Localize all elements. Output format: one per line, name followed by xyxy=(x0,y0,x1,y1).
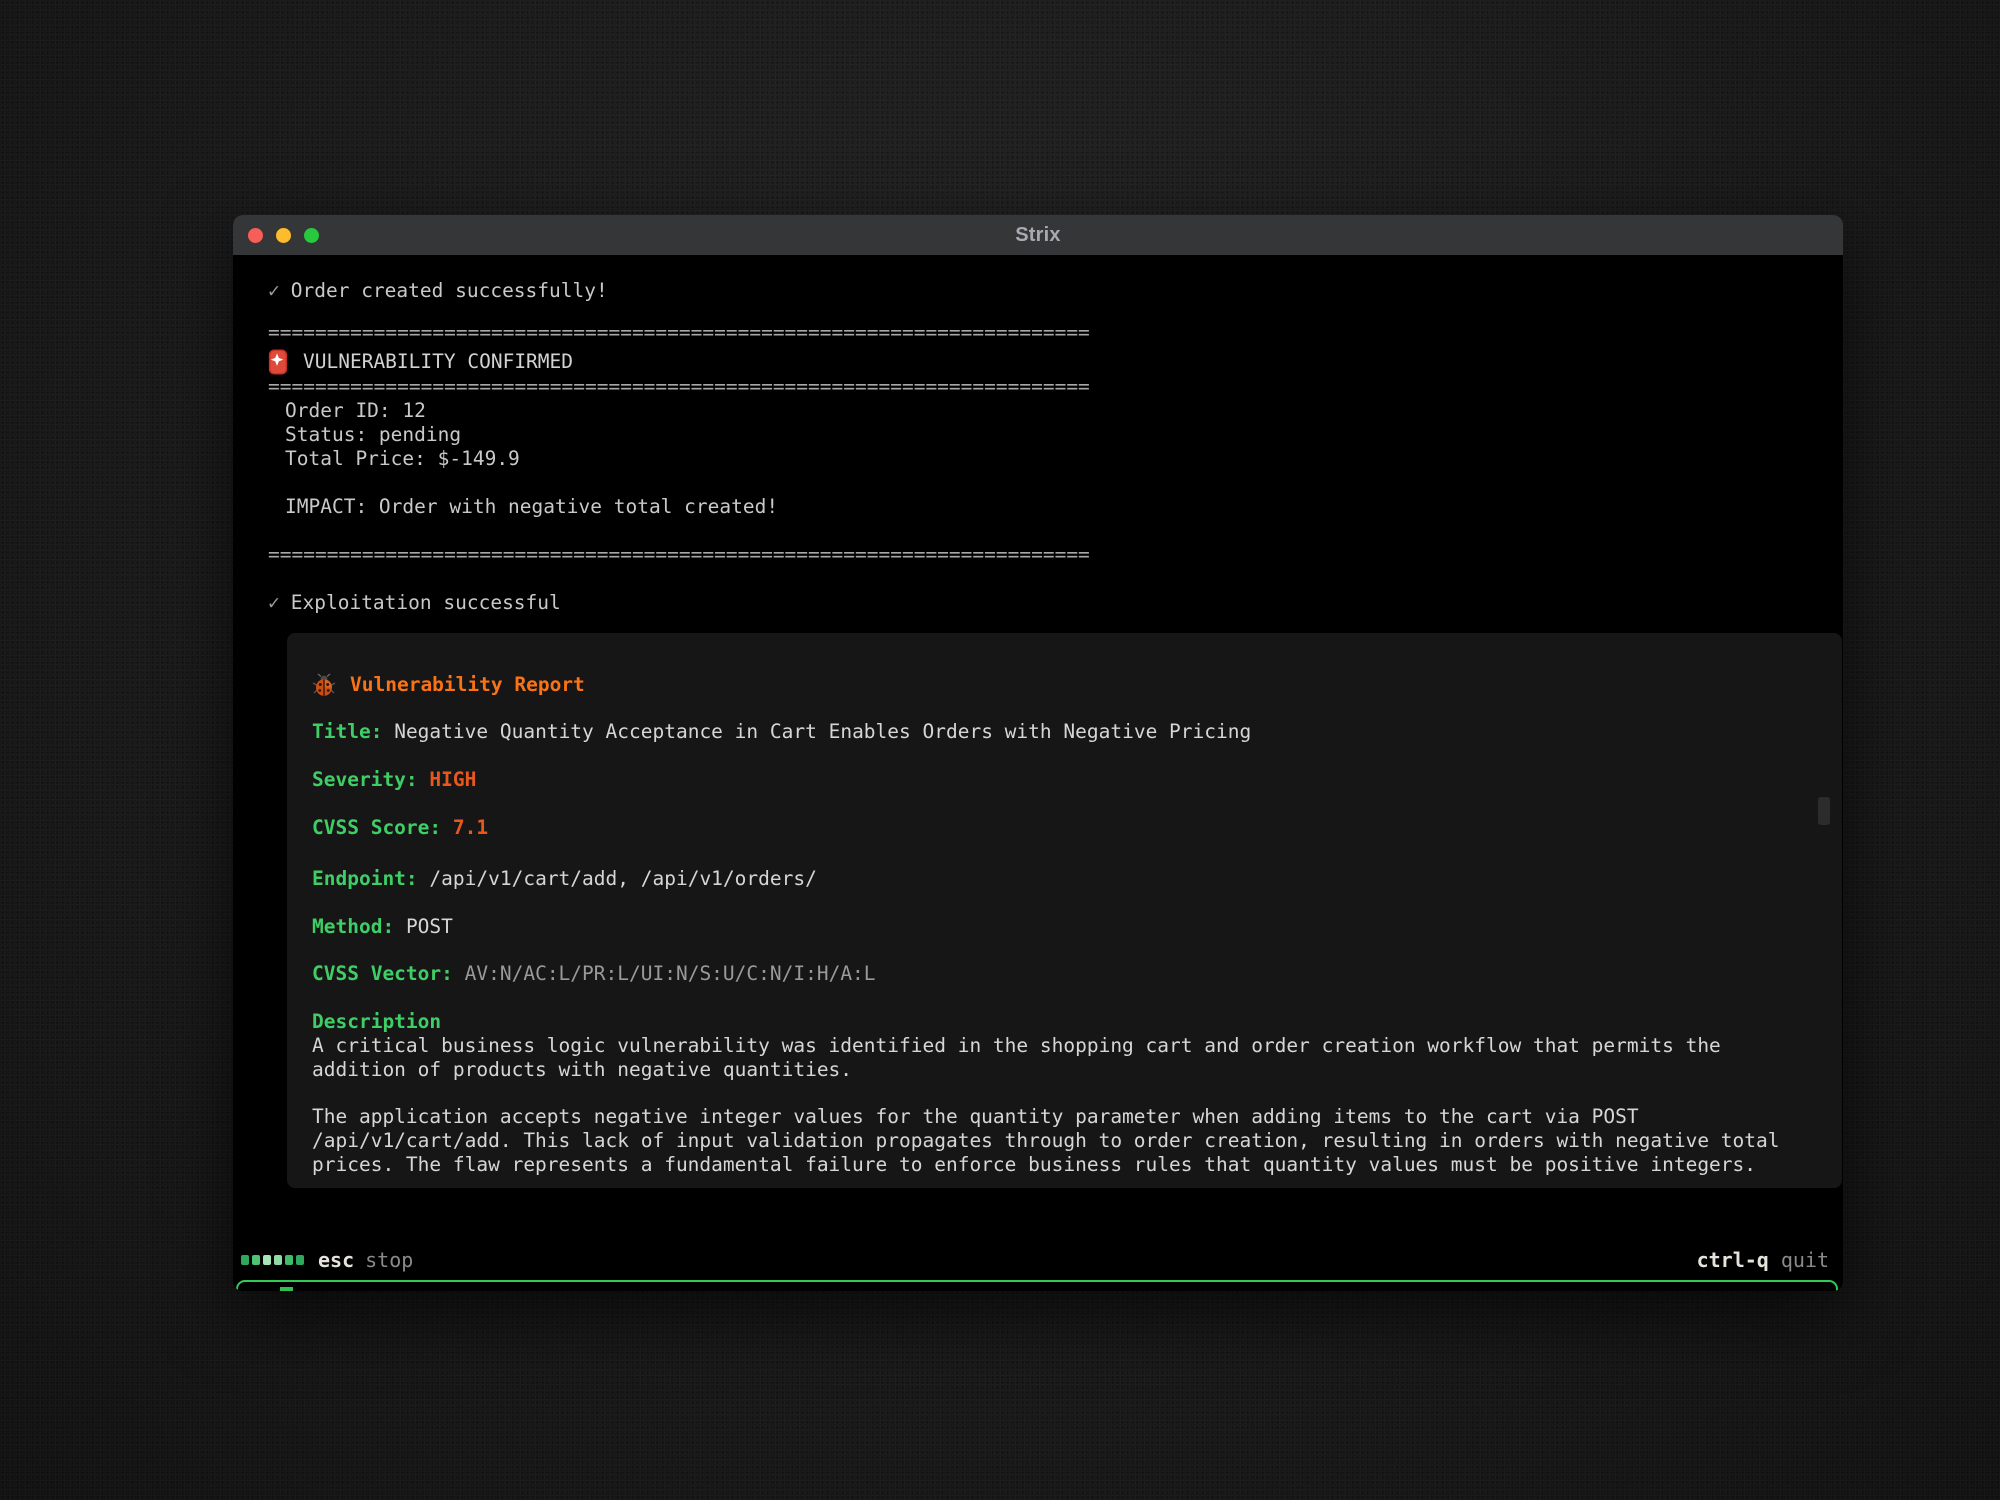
status-bar: esc stop ctrl-q quit xyxy=(233,1243,1843,1277)
total-price-line: Total Price: $-149.9 xyxy=(268,447,1843,471)
field-label: Endpoint: xyxy=(312,867,418,890)
field-label: CVSS Score: xyxy=(312,816,441,839)
exploitation-text: Exploitation successful xyxy=(291,591,561,614)
order-created-text: Order created successfully! xyxy=(291,279,608,302)
esc-action-label: stop xyxy=(365,1248,413,1272)
report-field-severity: Severity: HIGH xyxy=(312,768,1787,792)
prompt-symbol: > xyxy=(256,1291,269,1292)
field-value: AV:N/AC:L/PR:L/UI:N/S:U/C:N/I:H/A:L xyxy=(465,962,876,985)
report-field-cvss-vector: CVSS Vector: AV:N/AC:L/PR:L/UI:N/S:U/C:N… xyxy=(312,962,1787,986)
bug-icon xyxy=(312,673,336,697)
order-created-line: ✓ Order created successfully! xyxy=(268,279,1843,303)
order-status-line: Status: pending xyxy=(268,423,1843,447)
quit-key-hint: ctrl-q xyxy=(1697,1248,1769,1272)
checkmark-icon: ✓ xyxy=(268,279,280,302)
description-paragraph: A critical business logic vulnerability … xyxy=(312,1034,1787,1082)
esc-key-hint: esc xyxy=(318,1248,354,1272)
field-label: Title: xyxy=(312,720,382,743)
field-label: Method: xyxy=(312,915,394,938)
strix-app-window: Strix ✓ Order created successfully! =====… xyxy=(233,215,1843,1291)
status-right: ctrl-q quit xyxy=(1697,1248,1829,1272)
field-label: CVSS Vector: xyxy=(312,962,453,985)
vulnerability-report-panel: Vulnerability Report Title: Negative Qua… xyxy=(287,633,1842,1188)
field-value: HIGH xyxy=(429,768,476,791)
traffic-lights xyxy=(248,215,319,255)
scrollbar-thumb[interactable] xyxy=(1818,797,1830,825)
separator-line: ========================================… xyxy=(268,543,1843,567)
quit-action-label: quit xyxy=(1781,1248,1829,1272)
window-title: Strix xyxy=(1015,224,1060,247)
separator-line: ========================================… xyxy=(268,375,1843,399)
exploitation-line: ✓ Exploitation successful xyxy=(268,591,1843,615)
text-cursor xyxy=(280,1287,293,1291)
report-header: Vulnerability Report xyxy=(312,673,1787,697)
close-button[interactable] xyxy=(248,228,263,243)
field-value: /api/v1/cart/add, /api/v1/orders/ xyxy=(429,867,816,890)
field-label: Severity: xyxy=(312,768,418,791)
status-left: esc stop xyxy=(241,1248,413,1272)
report-field-endpoint: Endpoint: /api/v1/cart/add, /api/v1/orde… xyxy=(312,867,1787,891)
spinner-dots-icon xyxy=(241,1255,304,1265)
zoom-button[interactable] xyxy=(304,228,319,243)
minimize-button[interactable] xyxy=(276,228,291,243)
description-paragraph: The application accepts negative integer… xyxy=(312,1105,1787,1177)
terminal-output: ✓ Order created successfully! ===========… xyxy=(233,255,1843,1291)
vulnerability-confirmed-header: VULNERABILITY CONFIRMED xyxy=(268,349,1843,375)
report-field-method: Method: POST xyxy=(312,915,1787,939)
vulnerability-confirmed-text: VULNERABILITY CONFIRMED xyxy=(303,350,573,374)
report-title: Vulnerability Report xyxy=(350,673,585,697)
field-value: 7.1 xyxy=(453,816,488,839)
separator-line: ========================================… xyxy=(268,321,1843,345)
report-field-title: Title: Negative Quantity Acceptance in C… xyxy=(312,720,1787,744)
description-heading: Description xyxy=(312,1010,1787,1034)
report-field-cvss-score: CVSS Score: 7.1 xyxy=(312,816,1787,840)
order-id-line: Order ID: 12 xyxy=(268,399,1843,423)
checkmark-icon: ✓ xyxy=(268,591,280,614)
titlebar[interactable]: Strix xyxy=(233,215,1843,255)
field-value: Negative Quantity Acceptance in Cart Ena… xyxy=(394,720,1251,743)
impact-line: IMPACT: Order with negative total create… xyxy=(268,495,1843,519)
siren-icon xyxy=(268,349,288,375)
field-value: POST xyxy=(406,915,453,938)
command-input[interactable]: > xyxy=(236,1280,1838,1291)
